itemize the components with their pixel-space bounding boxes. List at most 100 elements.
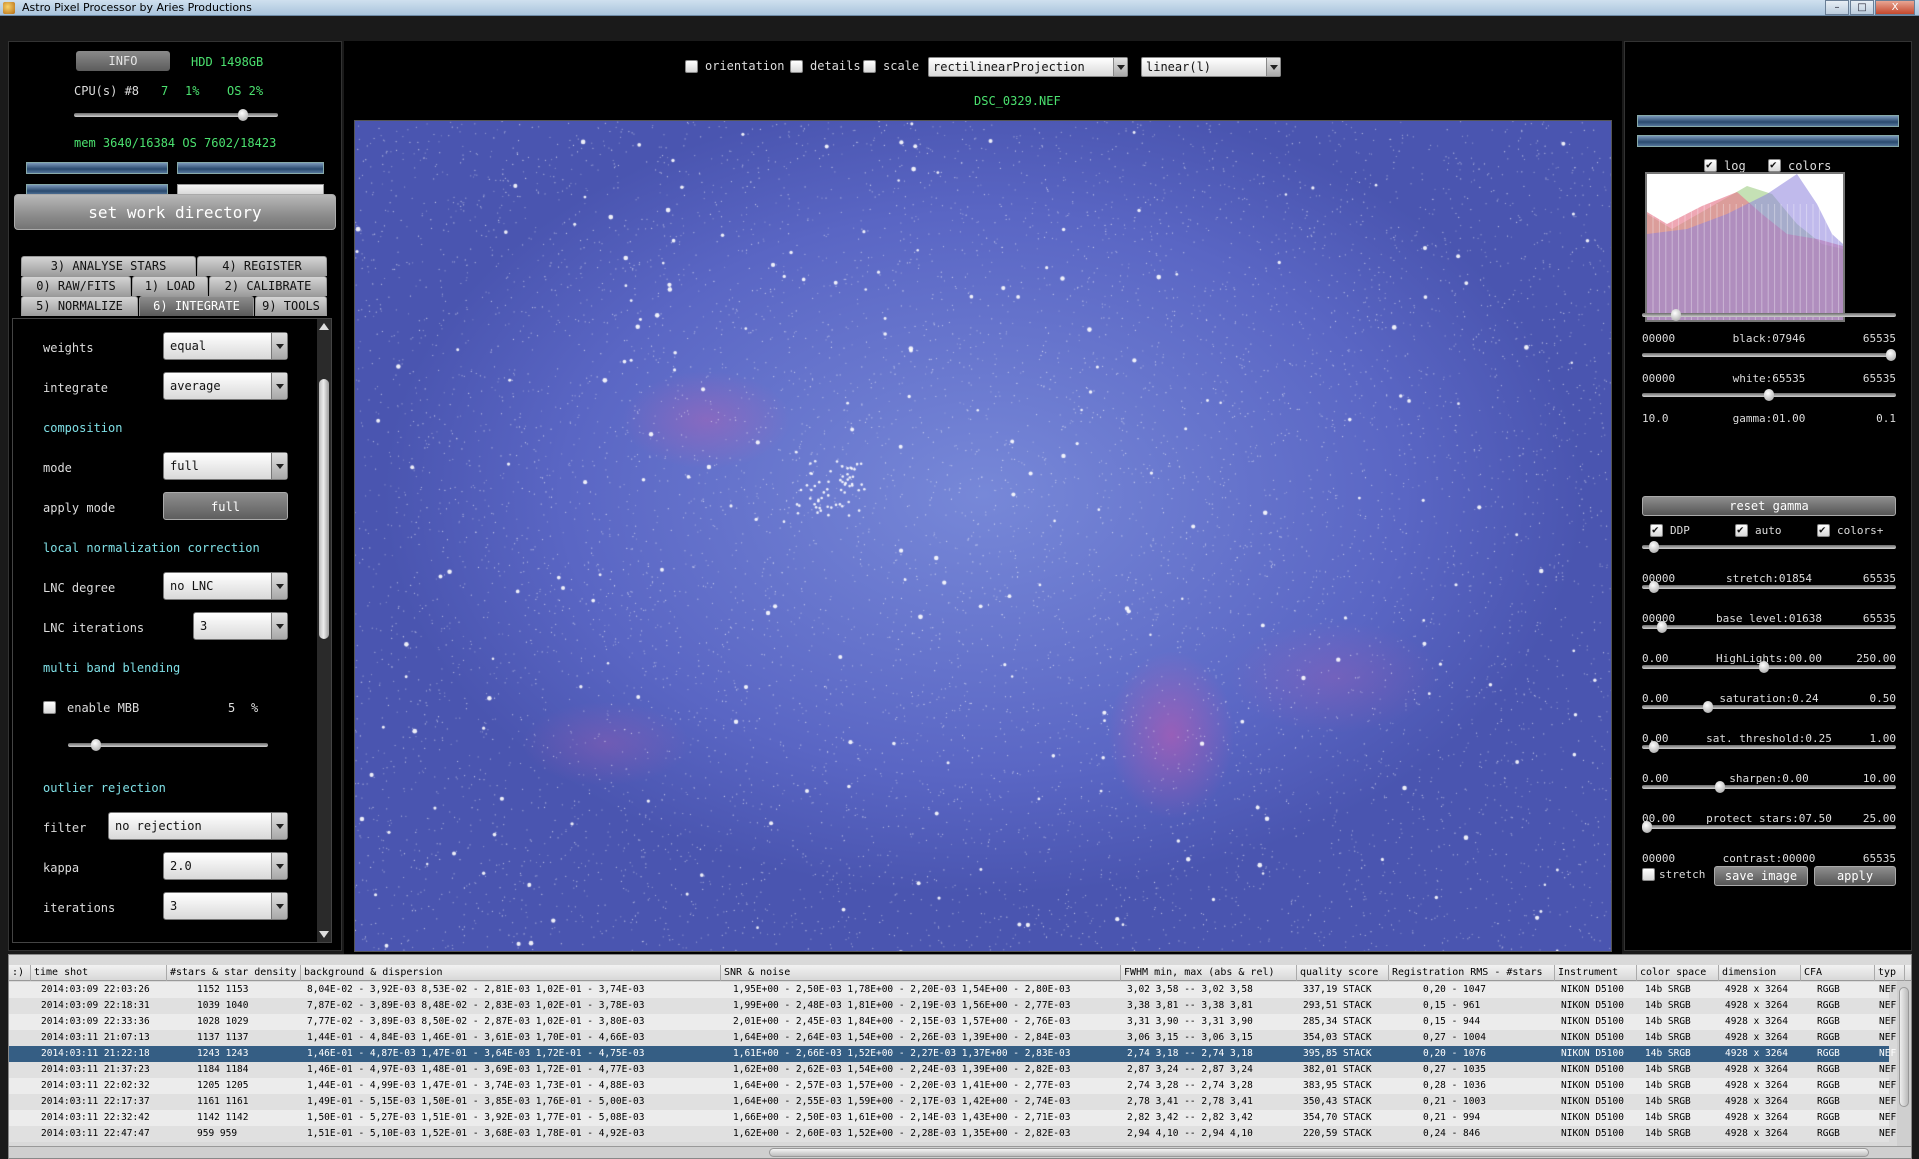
tab-register[interactable]: 4) REGISTER <box>197 256 327 276</box>
lnc-degree-dropdown[interactable]: no LNC <box>163 572 288 600</box>
table-row[interactable]: 2014:03:11 21:37:23 1184 1184 1,46E-01 - 4… <box>9 1062 1896 1078</box>
table-cell: 1,66E+00 - 2,50E-03 1,61E+00 - 2,14E-03 … <box>733 1112 1071 1123</box>
contrast-slider[interactable] <box>1642 825 1896 829</box>
column-header[interactable]: SNR & noise <box>721 965 1121 981</box>
table-vertical-scrollbar[interactable] <box>1897 981 1911 1148</box>
filter-dropdown[interactable]: no rejection <box>108 812 288 840</box>
mbb-slider-thumb[interactable] <box>90 739 101 751</box>
table-row[interactable]: 2014:03:11 22:17:37 1161 1161 1,49E-01 - 5… <box>9 1094 1896 1110</box>
stretch-slider[interactable] <box>1642 545 1896 549</box>
stretch-checkbox[interactable] <box>1642 868 1655 881</box>
white-min: 00000 <box>1642 372 1676 385</box>
info-button[interactable]: INFO <box>76 51 170 71</box>
table-row[interactable]: 2014:03:11 22:32:42 1142 1142 1,50E-01 - 5… <box>9 1110 1896 1126</box>
column-header[interactable]: dimension <box>1719 965 1801 981</box>
weights-dropdown[interactable]: equal <box>163 332 288 360</box>
column-header[interactable]: CFA <box>1801 965 1875 981</box>
scrollbar-thumb[interactable] <box>1899 987 1909 1107</box>
table-row[interactable]: 2014:03:09 22:18:31 1039 1040 7,87E-02 - 3… <box>9 998 1896 1014</box>
tab-calibrate[interactable]: 2) CALIBRATE <box>209 276 327 296</box>
column-header[interactable]: #stars & star density <box>167 965 301 981</box>
settings-scrollbar[interactable] <box>317 319 331 942</box>
apply-mode-button[interactable]: full <box>163 492 288 520</box>
auto-checkbox[interactable] <box>1735 523 1748 537</box>
column-header[interactable]: Instrument <box>1555 965 1637 981</box>
scroll-down-icon[interactable] <box>319 931 329 938</box>
colors-checkbox[interactable] <box>1768 158 1781 172</box>
table-row[interactable]: 2014:03:11 21:22:18 1243 1243 1,46E-01 - 4… <box>9 1046 1896 1062</box>
scrollbar-thumb[interactable] <box>769 1148 1869 1157</box>
tab-analyse-stars[interactable]: 3) ANALYSE STARS <box>21 256 196 276</box>
white-slider[interactable] <box>1642 353 1896 357</box>
tab-normalize[interactable]: 5) NORMALIZE <box>21 296 138 316</box>
save-image-button[interactable]: save image <box>1714 866 1808 886</box>
protect-stars-slider[interactable] <box>1642 785 1896 789</box>
column-header[interactable]: typ <box>1875 965 1905 981</box>
reset-gamma-button[interactable]: reset gamma <box>1642 496 1896 516</box>
cpu-value-b: 1% <box>185 84 200 98</box>
tab-integrate[interactable]: 6) INTEGRATE <box>139 296 254 316</box>
log-checkbox[interactable] <box>1704 158 1717 172</box>
image-viewer[interactable] <box>354 120 1612 952</box>
stretch-mode-dropdown[interactable]: linear(l) <box>1141 57 1281 77</box>
highlights-slider[interactable] <box>1642 625 1896 629</box>
base-level-slider-thumb[interactable] <box>1649 581 1660 593</box>
saturation-slider-thumb[interactable] <box>1759 661 1770 673</box>
stretch-slider-thumb[interactable] <box>1649 541 1660 553</box>
sharpen-slider-thumb[interactable] <box>1649 741 1660 753</box>
table-cell: 0,15 - 961 <box>1423 1000 1481 1011</box>
colors-plus-checkbox[interactable] <box>1817 523 1830 537</box>
projection-dropdown[interactable]: rectilinearProjection <box>928 57 1128 77</box>
sharpen-slider[interactable] <box>1642 745 1896 749</box>
cpu-slider-thumb[interactable] <box>238 109 248 121</box>
maximize-button[interactable]: □ <box>1850 0 1874 15</box>
column-header[interactable]: color space <box>1637 965 1719 981</box>
column-header[interactable]: Registration RMS - #stars <box>1389 965 1555 981</box>
set-work-directory-button[interactable]: set work directory <box>14 194 336 230</box>
table-row[interactable]: 2014:03:11 22:47:47 959 959 1,51E-01 - 5,1… <box>9 1126 1896 1142</box>
column-header[interactable]: background & dispersion <box>301 965 721 981</box>
minimize-button[interactable]: – <box>1825 0 1849 15</box>
column-header[interactable]: :) <box>9 965 31 981</box>
details-checkbox[interactable] <box>790 60 803 73</box>
scrollbar-thumb[interactable] <box>319 379 329 639</box>
tab-raw-fits[interactable]: 0) RAW/FITS <box>21 276 131 296</box>
table-row[interactable]: 2014:03:09 22:33:36 1028 1029 7,77E-02 - 3… <box>9 1014 1896 1030</box>
contrast-slider-thumb[interactable] <box>1642 821 1652 833</box>
table-cell: 1,51E-01 - 5,10E-03 1,52E-01 - 3,68E-03 … <box>307 1128 645 1139</box>
highlights-slider-thumb[interactable] <box>1656 621 1667 633</box>
tab-load[interactable]: 1) LOAD <box>132 276 208 296</box>
column-header[interactable]: FWHM min, max (abs & rel) <box>1121 965 1297 981</box>
orientation-checkbox[interactable] <box>685 60 698 73</box>
white-slider-thumb[interactable] <box>1886 349 1896 361</box>
base-level-slider[interactable] <box>1642 585 1896 589</box>
apply-button[interactable]: apply <box>1814 866 1896 886</box>
iterations-value: 3 <box>170 899 178 913</box>
gamma-slider-thumb[interactable] <box>1764 389 1774 401</box>
protect-stars-slider-thumb[interactable] <box>1715 781 1726 793</box>
kappa-dropdown[interactable]: 2.0 <box>163 852 288 880</box>
table-row[interactable]: 2014:03:11 21:07:13 1137 1137 1,44E-01 - 4… <box>9 1030 1896 1046</box>
column-header[interactable]: time shot <box>31 965 167 981</box>
ddp-checkbox[interactable] <box>1650 523 1663 537</box>
lnc-iterations-dropdown[interactable]: 3 <box>193 612 288 640</box>
table-cell: 2014:03:11 21:07:13 <box>41 1032 150 1043</box>
scroll-up-icon[interactable] <box>319 323 329 330</box>
sat-threshold-slider-thumb[interactable] <box>1703 701 1713 713</box>
table-cell: 1,62E+00 - 2,60E-03 1,52E+00 - 2,28E-03 … <box>733 1128 1071 1139</box>
scale-checkbox[interactable] <box>863 60 876 73</box>
tab-tools[interactable]: 9) TOOLS <box>255 296 327 316</box>
close-button[interactable]: X <box>1875 0 1915 15</box>
integrate-dropdown[interactable]: average <box>163 372 288 400</box>
black-slider-thumb[interactable] <box>1671 309 1682 321</box>
table-horizontal-scrollbar[interactable] <box>9 1146 1911 1158</box>
table-row[interactable]: 2014:03:09 22:03:26 1152 1153 8,04E-02 - 3… <box>9 982 1896 998</box>
table-row[interactable]: 2014:03:11 22:02:32 1205 1205 1,44E-01 - 4… <box>9 1078 1896 1094</box>
table-cell: 14b SRGB <box>1645 1128 1691 1139</box>
enable-mbb-checkbox[interactable] <box>43 701 56 714</box>
column-header[interactable]: quality score <box>1297 965 1389 981</box>
table-cell: NIKON D5100 <box>1561 1048 1624 1059</box>
sat-threshold-slider[interactable] <box>1642 705 1896 709</box>
mode-dropdown[interactable]: full <box>163 452 288 480</box>
iterations-dropdown[interactable]: 3 <box>163 892 288 920</box>
